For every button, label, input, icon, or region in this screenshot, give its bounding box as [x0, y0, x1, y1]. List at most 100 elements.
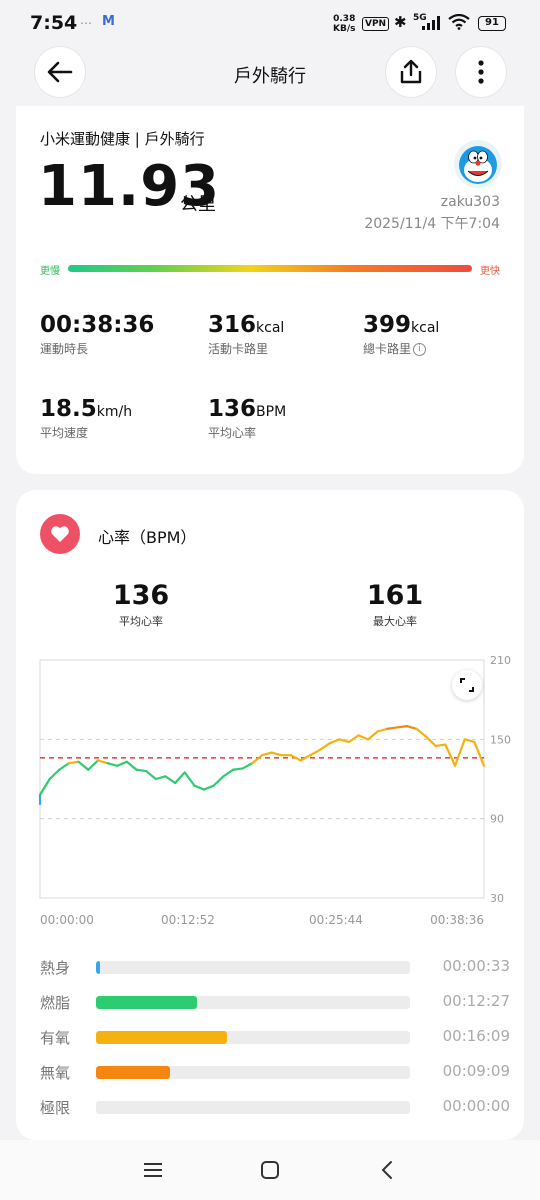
wifi-icon	[448, 14, 470, 30]
recent-apps-button[interactable]	[137, 1154, 169, 1186]
heart-rate-chart: 210 150 90 30 00:00:00 00:12:52 00:25:44 00:38:…	[38, 654, 511, 927]
status-time: 7:54	[30, 12, 78, 34]
heart-rate-segment	[116, 760, 128, 767]
zone-row: 極限 00:00:00	[40, 1095, 510, 1117]
zone-time: 00:09:09	[442, 1062, 510, 1080]
heart-rate-segment	[376, 727, 389, 733]
y-tick-label: 90	[490, 813, 504, 826]
status-bar: 7:54 ⋯ M 0.38 KB/s VPN ✱ 5G 91	[0, 0, 540, 46]
heart-rate-segment	[367, 730, 379, 741]
heart-rate-segment	[183, 771, 196, 787]
heart-rate-segment	[174, 771, 186, 785]
workout-summary-card: 小米運動健康 | 戶外騎行 11.93 公里 zaku303 2025/11/4…	[16, 106, 524, 474]
heart-rate-segment	[38, 777, 51, 796]
heart-rate-segment	[96, 759, 109, 765]
chart-frame	[39, 659, 485, 899]
heart-rate-segment	[415, 727, 428, 738]
metric-duration: 00:38:36 運動時長	[40, 312, 155, 356]
expand-icon	[460, 678, 474, 692]
info-icon[interactable]: i	[413, 343, 427, 356]
heart-rate-segment	[318, 742, 331, 752]
zone-row: 有氧 00:16:09	[40, 1025, 510, 1047]
back-nav-button[interactable]	[371, 1154, 403, 1186]
zone-row: 無氧 00:09:09	[40, 1060, 510, 1082]
heart-rate-segment	[193, 784, 206, 791]
metric-active-calories: 316kcal 活動卡路里	[208, 312, 285, 356]
zone-bar-fill	[96, 1031, 228, 1044]
heart-rate-segment	[453, 738, 466, 767]
x-tick-label: 00:38:36	[430, 913, 484, 927]
battery-indicator: 91	[478, 16, 506, 31]
heart-rate-segment	[386, 726, 399, 730]
heart-rate-segment	[77, 760, 90, 771]
metric-total-calories: 399kcal 總卡路里 i	[363, 312, 440, 356]
heart-rate-segment	[424, 735, 437, 748]
gradient-fast-label: 更快	[480, 266, 500, 277]
heart-rate-segment	[222, 768, 235, 778]
username: zaku303	[440, 194, 500, 210]
heart-rate-segment	[251, 754, 264, 765]
share-icon	[400, 59, 422, 84]
heart-rate-segment	[87, 759, 100, 771]
heart-rate-segment	[270, 751, 283, 757]
zone-bar-track	[96, 961, 410, 974]
zone-bar-track	[96, 996, 410, 1009]
workout-datetime: 2025/11/4 下午7:04	[364, 216, 500, 232]
app-bar: 戶外騎行	[0, 46, 540, 102]
zone-name: 無氧	[40, 1064, 71, 1082]
chevron-left-icon	[381, 1161, 392, 1179]
metric-average-heart-rate: 136BPM 平均心率	[208, 396, 287, 440]
more-options-button[interactable]	[455, 46, 507, 98]
zone-time: 00:00:00	[442, 1097, 510, 1115]
x-tick-label: 00:25:44	[309, 913, 363, 927]
zone-name: 極限	[40, 1099, 71, 1117]
expand-chart-button[interactable]	[452, 670, 482, 700]
audio-notification-icon: ⋯	[80, 16, 92, 30]
zone-bar-fill	[96, 1066, 171, 1079]
heart-rate-segment	[145, 769, 157, 781]
zone-time: 00:00:33	[442, 957, 510, 975]
speed-gradient-bar	[68, 265, 472, 272]
heart-rate-segment	[444, 743, 457, 767]
avatar[interactable]	[454, 140, 502, 188]
y-tick-label: 210	[490, 654, 511, 667]
system-navigation-bar	[0, 1140, 540, 1200]
heart-rate-segment	[347, 734, 360, 744]
heart-rate-segment	[434, 743, 447, 748]
heart-rate-segment	[202, 784, 215, 791]
heart-rate-segment	[473, 740, 486, 767]
vpn-badge: VPN	[362, 17, 390, 31]
bluetooth-icon: ✱	[394, 13, 407, 31]
signal-icon	[422, 16, 440, 30]
x-tick-label: 00:12:52	[161, 913, 215, 927]
avatar-image	[454, 140, 502, 188]
source-title: 小米運動健康 | 戶外騎行	[40, 130, 205, 148]
heart-rate-segment	[357, 734, 370, 741]
menu-icon	[144, 1163, 162, 1177]
heart-rate-segment	[328, 738, 341, 745]
zone-bar-fill	[96, 996, 198, 1009]
zone-name: 熱身	[40, 959, 71, 977]
y-tick-label: 30	[490, 892, 504, 905]
mail-notification-icon: M	[102, 14, 115, 29]
heart-rate-segment	[154, 775, 167, 781]
heart-rate-segment	[212, 775, 225, 787]
zone-bar-track	[96, 1031, 410, 1044]
heart-rate-segment	[48, 768, 61, 781]
zone-row: 熱身 00:00:33	[40, 955, 510, 977]
network-speed: 0.38 KB/s	[333, 14, 356, 34]
zone-row: 燃脂 00:12:27	[40, 990, 510, 1012]
home-square-icon	[261, 1161, 279, 1179]
share-button[interactable]	[385, 46, 437, 98]
zone-time: 00:16:09	[442, 1027, 510, 1045]
heart-rate-segment	[231, 767, 244, 771]
heart-rate-segment	[58, 762, 71, 771]
heart-rate-card: 心率（BPM） 136 平均心率 161 最大心率 210 150 90 30 00:0…	[16, 490, 524, 1140]
zone-time: 00:12:27	[442, 992, 510, 1010]
heart-rate-segment	[125, 760, 138, 771]
zone-bar-track	[96, 1066, 410, 1079]
home-button[interactable]	[254, 1154, 286, 1186]
zone-name: 燃脂	[40, 994, 71, 1012]
zone-name: 有氧	[40, 1029, 71, 1047]
heart-rate-segment	[135, 768, 148, 773]
